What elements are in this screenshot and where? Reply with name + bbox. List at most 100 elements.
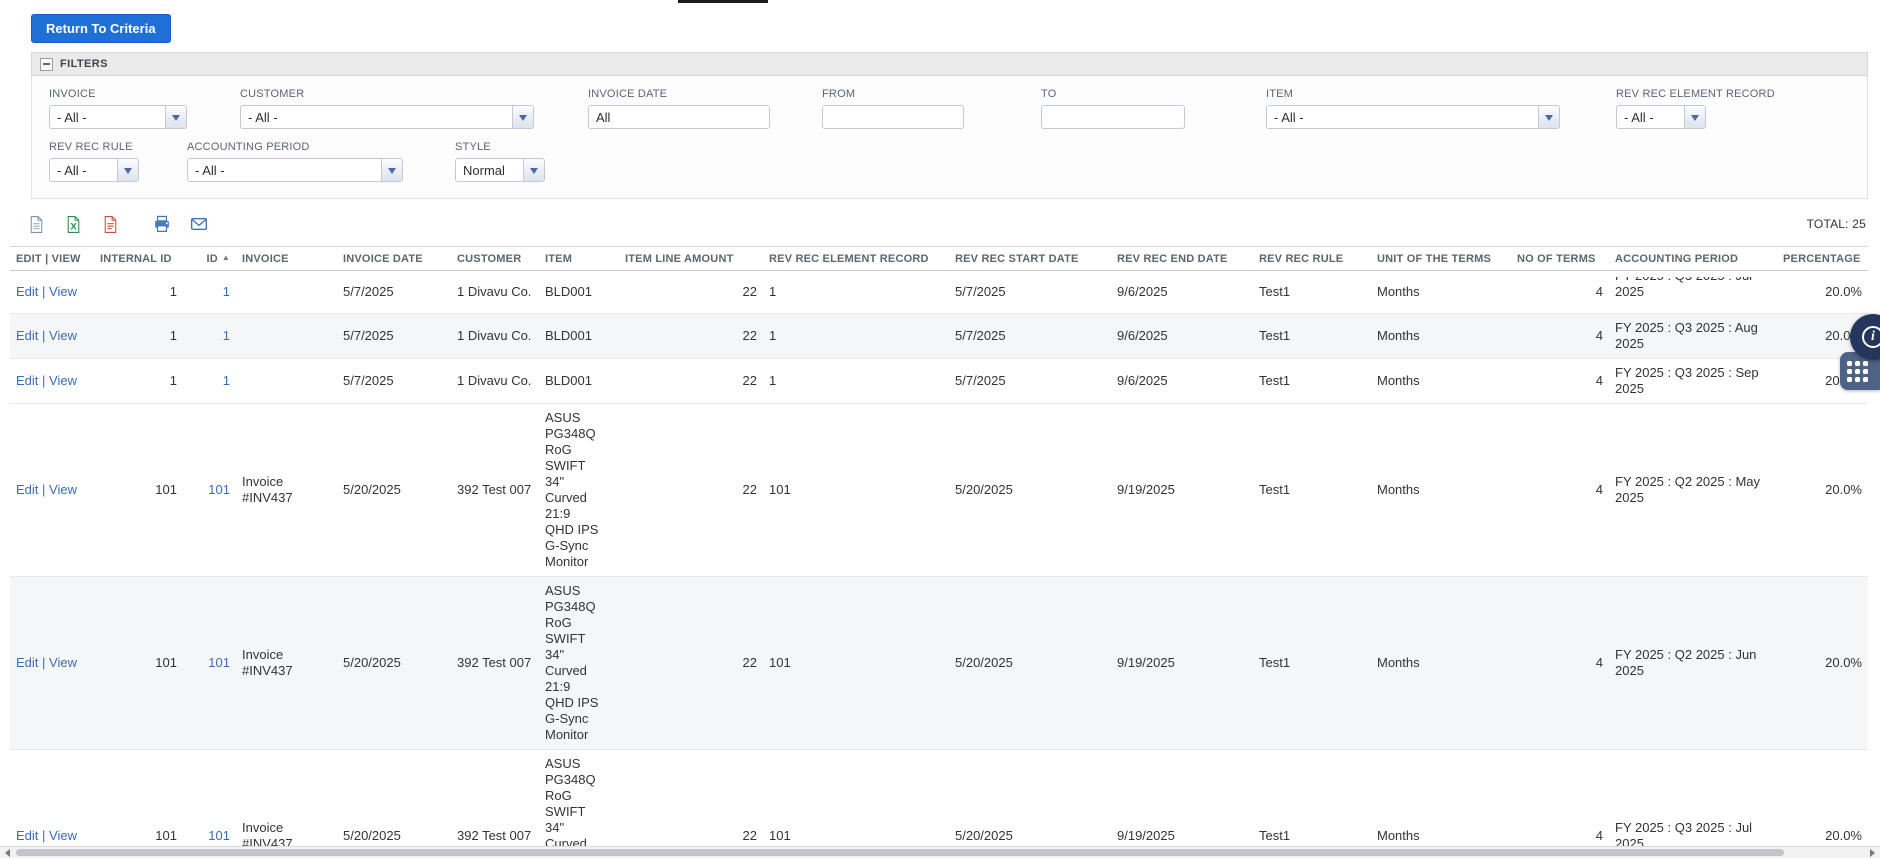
filter-to-label: TO [1041, 88, 1057, 100]
col-header-accounting-period[interactable]: ACCOUNTING PERIOD [1609, 246, 1777, 271]
item-select[interactable]: - All - [1266, 105, 1560, 129]
chevron-down-icon[interactable] [117, 159, 138, 181]
cell-invoice-date: 5/7/2025 [337, 313, 451, 359]
accounting-period-select[interactable]: - All - [187, 158, 403, 182]
cell-customer: 392 Test 007 [451, 403, 539, 577]
col-header-internal-id[interactable]: INTERNAL ID [94, 246, 183, 271]
col-header-rev-rec-rule[interactable]: REV REC RULE [1253, 246, 1371, 271]
cell-customer: 392 Test 007 [451, 749, 539, 858]
id-link[interactable]: 101 [208, 482, 230, 497]
chevron-down-icon[interactable] [381, 159, 402, 181]
col-header-rev-rec-start-date[interactable]: REV REC START DATE [949, 246, 1111, 271]
edit-link[interactable]: Edit [16, 328, 38, 343]
col-header-customer[interactable]: CUSTOMER [451, 246, 539, 271]
cell-rev-rec-start-date: 5/7/2025 [949, 358, 1111, 404]
filters-header[interactable]: FILTERS [31, 52, 1868, 76]
view-link[interactable]: View [49, 373, 77, 388]
export-csv-icon[interactable] [24, 212, 48, 236]
edit-link[interactable]: Edit [16, 655, 38, 670]
id-link[interactable]: 101 [208, 655, 230, 670]
view-link[interactable]: View [49, 655, 77, 670]
scroll-right-icon[interactable] [1866, 847, 1880, 858]
id-link[interactable]: 1 [223, 328, 230, 343]
export-excel-icon[interactable]: X [61, 212, 85, 236]
col-header-item[interactable]: ITEM [539, 246, 619, 271]
rev-rec-rule-select[interactable]: - All - [49, 158, 139, 182]
collapse-icon[interactable] [40, 57, 53, 71]
col-header-label: REV REC RULE [1259, 253, 1344, 265]
id-link[interactable]: 1 [223, 284, 230, 299]
scrollbar-thumb[interactable] [16, 849, 1784, 856]
chevron-down-icon[interactable] [1538, 106, 1559, 128]
filter-accounting-period: ACCOUNTING PERIOD - All - [187, 141, 403, 182]
filter-invoice: INVOICE - All - [49, 88, 187, 129]
col-header-item-line-amount[interactable]: ITEM LINE AMOUNT [619, 246, 763, 271]
cell-no-of-terms: 4 [1511, 403, 1609, 577]
cell-accounting-period: FY 2025 : Q3 2025 : Jul 2025 [1609, 270, 1777, 314]
id-link[interactable]: 101 [208, 828, 230, 843]
col-header-rev-rec-element-record[interactable]: REV REC ELEMENT RECORD [763, 246, 949, 271]
invoice-select-value: - All - [57, 109, 87, 125]
cell-rev-rec-end-date: 9/19/2025 [1111, 749, 1253, 858]
filter-rev-rec-rule: REV REC RULE - All - [49, 141, 139, 182]
accounting-period-text: FY 2025 : Q3 2025 : Jul 2025 [1615, 277, 1752, 299]
col-header-edit-view[interactable]: EDIT | VIEW [10, 246, 94, 271]
chevron-down-icon[interactable] [512, 106, 533, 128]
filter-invoice-date: INVOICE DATE [588, 88, 770, 129]
link-separator: | [38, 284, 50, 299]
view-link[interactable]: View [49, 328, 77, 343]
cell-internal-id: 101 [94, 403, 183, 577]
cell-edit-view: Edit | View [10, 313, 94, 359]
col-header-invoice[interactable]: INVOICE [236, 246, 337, 271]
edit-link[interactable]: Edit [16, 284, 38, 299]
edit-link[interactable]: Edit [16, 482, 38, 497]
horizontal-scrollbar[interactable] [0, 846, 1880, 858]
chevron-down-icon[interactable] [1684, 106, 1705, 128]
accounting-period-select-value: - All - [195, 162, 225, 178]
cell-item-line-amount: 22 [619, 313, 763, 359]
from-date-input[interactable] [822, 105, 964, 129]
filter-customer: CUSTOMER - All - [240, 88, 534, 129]
cell-rev-rec-end-date: 9/19/2025 [1111, 403, 1253, 577]
col-header-id[interactable]: ID ▲ [183, 246, 236, 271]
cell-accounting-period: FY 2025 : Q2 2025 : May 2025 [1609, 403, 1777, 577]
chevron-down-icon[interactable] [523, 159, 544, 181]
print-icon[interactable] [150, 212, 174, 236]
cell-item: BLD001 [539, 358, 619, 404]
view-link[interactable]: View [49, 828, 77, 843]
col-header-label: ACCOUNTING PERIOD [1615, 253, 1739, 265]
edit-link[interactable]: Edit [16, 828, 38, 843]
col-header-label: INTERNAL ID [100, 253, 172, 265]
cell-item: BLD001 [539, 270, 619, 314]
col-header-rev-rec-end-date[interactable]: REV REC END DATE [1111, 246, 1253, 271]
col-header-percentage[interactable]: PERCENTAGE [1777, 246, 1868, 271]
cell-item-line-amount: 22 [619, 576, 763, 750]
col-header-label: EDIT | VIEW [16, 253, 81, 265]
cell-rev-rec-element-record: 101 [763, 403, 949, 577]
style-select[interactable]: Normal [455, 158, 545, 182]
cell-percentage: 20.0% [1777, 270, 1868, 314]
table-row: Edit | View 101 101 Invoice #INV437 5/20… [10, 576, 1868, 750]
cell-rev-rec-element-record: 1 [763, 270, 949, 314]
view-link[interactable]: View [49, 482, 77, 497]
to-date-input[interactable] [1041, 105, 1185, 129]
view-link[interactable]: View [49, 284, 77, 299]
col-header-no-of-terms[interactable]: NO OF TERMS [1511, 246, 1609, 271]
cell-rev-rec-element-record: 101 [763, 576, 949, 750]
customer-select[interactable]: - All - [240, 105, 534, 129]
cell-rev-rec-element-record: 101 [763, 749, 949, 858]
invoice-select[interactable]: - All - [49, 105, 187, 129]
cell-invoice-date: 5/7/2025 [337, 270, 451, 314]
chevron-down-icon[interactable] [165, 106, 186, 128]
col-header-invoice-date[interactable]: INVOICE DATE [337, 246, 451, 271]
scroll-left-icon[interactable] [0, 847, 14, 858]
email-icon[interactable] [187, 212, 211, 236]
cell-invoice: Invoice #INV437 [236, 403, 337, 577]
rev-rec-element-record-select[interactable]: - All - [1616, 105, 1706, 129]
edit-link[interactable]: Edit [16, 373, 38, 388]
id-link[interactable]: 1 [223, 373, 230, 388]
col-header-unit-of-the-terms[interactable]: UNIT OF THE TERMS [1371, 246, 1511, 271]
export-pdf-icon[interactable] [98, 212, 122, 236]
invoice-date-input[interactable] [588, 105, 770, 129]
return-to-criteria-button[interactable]: Return To Criteria [31, 14, 171, 43]
